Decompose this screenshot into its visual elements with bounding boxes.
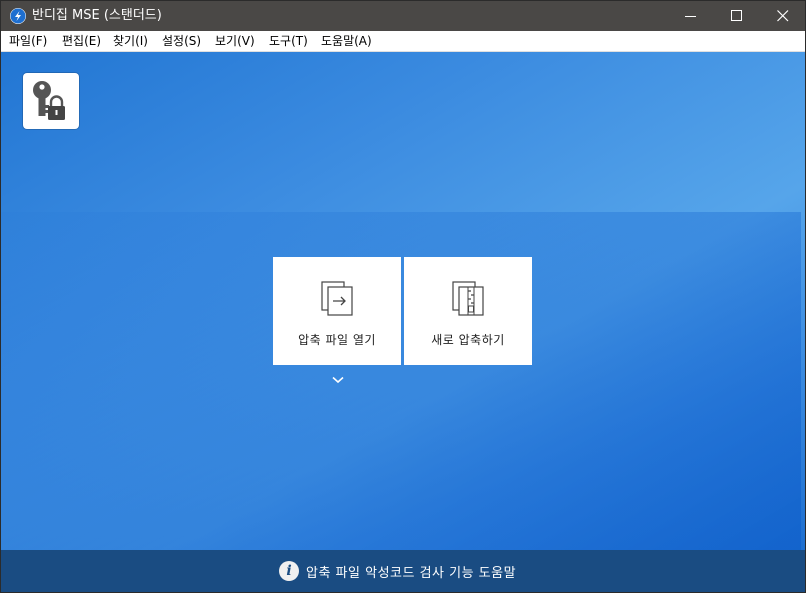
minimize-button[interactable] bbox=[668, 1, 714, 31]
menu-view[interactable]: 보기(V) bbox=[213, 31, 257, 51]
maximize-button[interactable] bbox=[714, 1, 760, 31]
new-archive-label: 새로 압축하기 bbox=[431, 333, 505, 347]
open-archive-tile[interactable]: 압축 파일 열기 bbox=[273, 257, 401, 365]
password-manager-button[interactable] bbox=[23, 73, 79, 129]
open-archive-icon bbox=[321, 281, 353, 316]
new-archive-icon bbox=[452, 281, 484, 316]
key-lock-icon bbox=[33, 81, 65, 120]
open-archive-dropdown[interactable] bbox=[331, 370, 345, 384]
menu-file[interactable]: 파일(F) bbox=[7, 31, 49, 51]
menu-help[interactable]: 도움말(A) bbox=[319, 31, 374, 51]
main-area: 압축 파일 열기 새로 압축하기 bbox=[1, 52, 805, 550]
new-archive-tile[interactable]: 새로 압축하기 bbox=[404, 257, 532, 365]
menu-settings[interactable]: 설정(S) bbox=[160, 31, 203, 51]
window-title: 반디집 MSE (스탠더드) bbox=[32, 8, 162, 23]
title-bar[interactable]: 반디집 MSE (스탠더드) bbox=[1, 1, 805, 31]
info-icon: i bbox=[279, 561, 299, 581]
menu-find[interactable]: 찾기(I) bbox=[111, 31, 150, 51]
bandizip-logo-icon bbox=[10, 8, 26, 24]
app-window: 반디집 MSE (스탠더드) 파일(F) 편집(E) 찾기(I) 설정(S) 보… bbox=[0, 0, 806, 593]
open-archive-label: 압축 파일 열기 bbox=[298, 333, 376, 347]
chevron-down-icon bbox=[332, 376, 344, 384]
menu-tools[interactable]: 도구(T) bbox=[267, 31, 310, 51]
footer-help-text[interactable]: 압축 파일 악성코드 검사 기능 도움말 bbox=[306, 562, 516, 581]
close-button[interactable] bbox=[760, 1, 805, 31]
menu-bar: 파일(F) 편집(E) 찾기(I) 설정(S) 보기(V) 도구(T) 도움말(… bbox=[1, 31, 805, 52]
menu-edit[interactable]: 편집(E) bbox=[60, 31, 103, 51]
footer-bar: i 압축 파일 악성코드 검사 기능 도움말 bbox=[1, 550, 805, 592]
